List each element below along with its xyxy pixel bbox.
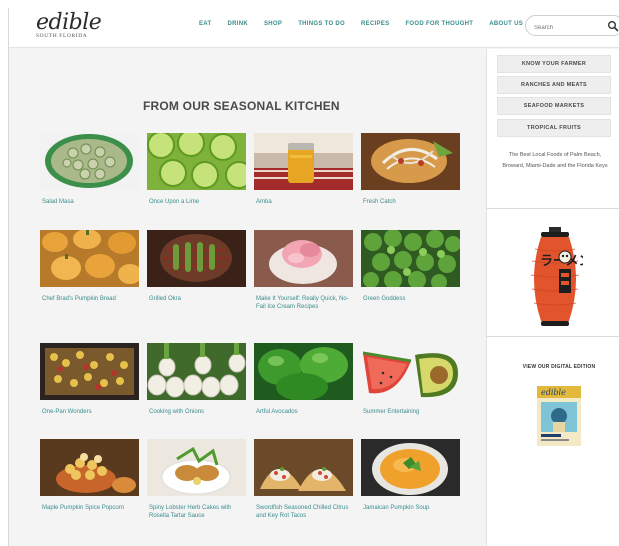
- recipe-title[interactable]: Fresh Catch: [361, 198, 460, 206]
- recipe-title[interactable]: Cooking with Onions: [147, 408, 246, 416]
- recipe-title[interactable]: Swordfish Seasoned Chilled Citrus and Ke…: [254, 504, 353, 520]
- recipe-image[interactable]: [254, 439, 353, 496]
- recipe-title[interactable]: Jamaican Pumpkin Soup: [361, 504, 460, 512]
- sidebar-button-tropical-fruits[interactable]: TROPICAL FRUITS: [497, 119, 611, 137]
- magazine-title: edible: [541, 388, 566, 397]
- recipe-card[interactable]: Spiny Lobster Herb Cakes with Rosella Ta…: [147, 439, 246, 520]
- page-frame: edible SOUTH FLORIDA EAT DRINK SHOP THIN…: [8, 8, 619, 546]
- recipe-title[interactable]: One-Pan Wonders: [40, 408, 139, 416]
- nav-item-recipes[interactable]: RECIPES: [361, 21, 389, 27]
- nav-item-shop[interactable]: SHOP: [264, 21, 282, 27]
- recipe-image[interactable]: [40, 230, 139, 287]
- sidebar-tagline: The Best Local Foods of Palm Beach, Brow…: [502, 152, 608, 169]
- main-nav: EAT DRINK SHOP THINGS TO DO RECIPES FOOD…: [199, 21, 539, 27]
- recipe-image[interactable]: [361, 230, 460, 287]
- recipe-image[interactable]: [361, 343, 460, 400]
- nav-item-things-to-do[interactable]: THINGS TO DO: [298, 21, 345, 27]
- recipe-card[interactable]: Amba: [254, 133, 353, 206]
- recipe-card[interactable]: Grilled Okra: [147, 230, 246, 303]
- site-logo[interactable]: edible SOUTH FLORIDA: [36, 12, 102, 44]
- magazine-cover[interactable]: edible: [537, 386, 581, 446]
- recipe-title[interactable]: Salad Masa: [40, 198, 139, 206]
- recipe-card[interactable]: Summer Entertaining: [361, 343, 460, 416]
- sidebar-divider: [487, 336, 619, 337]
- recipe-title[interactable]: Spiny Lobster Herb Cakes with Rosella Ta…: [147, 504, 246, 520]
- recipe-image[interactable]: [40, 133, 139, 190]
- recipe-title[interactable]: Maple Pumpkin Spice Popcorn: [40, 504, 139, 512]
- recipe-image[interactable]: [40, 439, 139, 496]
- recipe-card[interactable]: Salad Masa: [40, 133, 139, 206]
- recipe-image[interactable]: [361, 439, 460, 496]
- recipe-card[interactable]: Jamaican Pumpkin Soup: [361, 439, 460, 512]
- section-title: FROM OUR SEASONAL KITCHEN: [143, 99, 340, 113]
- recipe-image[interactable]: [40, 343, 139, 400]
- recipe-title[interactable]: Artful Avocados: [254, 408, 353, 416]
- recipe-card[interactable]: Once Upon a Lime: [147, 133, 246, 206]
- recipe-image[interactable]: [361, 133, 460, 190]
- recipe-card[interactable]: Fresh Catch: [361, 133, 460, 206]
- recipe-title[interactable]: Summer Entertaining: [361, 408, 460, 416]
- nav-item-drink[interactable]: DRINK: [227, 21, 248, 27]
- recipe-title[interactable]: Amba: [254, 198, 353, 206]
- digital-edition-title[interactable]: VIEW OUR DIGITAL EDITION: [507, 364, 611, 370]
- recipe-card[interactable]: Make It Yourself: Really Quick, No-Fail …: [254, 230, 353, 311]
- recipe-image[interactable]: [147, 133, 246, 190]
- recipe-title[interactable]: Grilled Okra: [147, 295, 246, 303]
- recipe-image[interactable]: [147, 343, 246, 400]
- recipe-title[interactable]: Chef Brad's Pumpkin Bread: [40, 295, 139, 303]
- recipe-title[interactable]: Once Upon a Lime: [147, 198, 246, 206]
- nav-item-food-for-thought[interactable]: FOOD FOR THOUGHT: [405, 21, 473, 27]
- recipe-card[interactable]: Cooking with Onions: [147, 343, 246, 416]
- recipe-card[interactable]: Artful Avocados: [254, 343, 353, 416]
- sidebar-button-know-your-farmer[interactable]: KNOW YOUR FARMER: [497, 55, 611, 73]
- recipe-card[interactable]: Swordfish Seasoned Chilled Citrus and Ke…: [254, 439, 353, 520]
- recipe-card[interactable]: Maple Pumpkin Spice Popcorn: [40, 439, 139, 512]
- nav-item-about-us[interactable]: ABOUT US: [489, 21, 523, 27]
- search-input[interactable]: [534, 18, 610, 38]
- search-box: [525, 15, 619, 38]
- recipe-card[interactable]: Chef Brad's Pumpkin Bread: [40, 230, 139, 303]
- recipe-title[interactable]: Green Goddess: [361, 295, 460, 303]
- nav-item-eat[interactable]: EAT: [199, 21, 211, 27]
- recipe-title[interactable]: Make It Yourself: Really Quick, No-Fail …: [254, 295, 353, 311]
- sidebar-divider: [487, 208, 619, 209]
- search-icon[interactable]: [607, 20, 619, 32]
- sidebar: KNOW YOUR FARMER RANCHES AND MEATS SEAFO…: [486, 49, 619, 546]
- recipe-image[interactable]: [147, 439, 246, 496]
- ramen-lantern-ad[interactable]: ラーメン: [527, 227, 583, 329]
- main-content: FROM OUR SEASONAL KITCHEN Salad Masa Onc…: [9, 49, 486, 546]
- sidebar-button-seafood-markets[interactable]: SEAFOOD MARKETS: [497, 97, 611, 115]
- logo-main-text: edible: [36, 10, 102, 35]
- recipe-image[interactable]: [254, 230, 353, 287]
- site-header: edible SOUTH FLORIDA EAT DRINK SHOP THIN…: [9, 8, 619, 48]
- sidebar-button-ranches-and-meats[interactable]: RANCHES AND MEATS: [497, 76, 611, 94]
- recipe-card[interactable]: One-Pan Wonders: [40, 343, 139, 416]
- recipe-image[interactable]: [254, 133, 353, 190]
- recipe-card[interactable]: Green Goddess: [361, 230, 460, 303]
- recipe-image[interactable]: [147, 230, 246, 287]
- recipe-image[interactable]: [254, 343, 353, 400]
